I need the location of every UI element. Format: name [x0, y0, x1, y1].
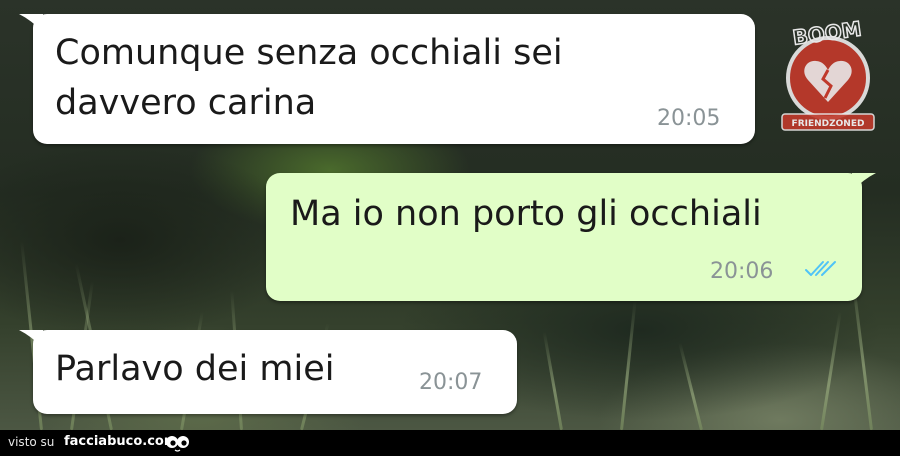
message-bubble-incoming[interactable]: Comunque senza occhiali sei davvero cari… — [19, 14, 755, 144]
message-bubble-incoming[interactable]: Parlavo dei miei 20:07 — [19, 330, 517, 414]
message-bubble-outgoing[interactable]: Ma io non porto gli occhiali 20:06 — [266, 173, 876, 301]
footer-bar: visto su facciabuco.com — [0, 430, 900, 456]
boom-friendzoned-logo: BOOM FRIENDZONED — [781, 16, 875, 131]
bubble-tail — [852, 173, 876, 191]
grass-blade — [542, 331, 563, 430]
visto-su-label: visto su — [8, 435, 55, 449]
message-timestamp: 20:07 — [419, 370, 483, 395]
bubble-tail — [19, 330, 43, 348]
message-text: Ma io non porto gli occhiali — [290, 194, 762, 234]
logo-caption: FRIENDZONED — [792, 119, 865, 129]
message-text: Comunque senza occhiali sei davvero cari… — [55, 33, 563, 123]
site-link[interactable]: facciabuco.com — [64, 434, 177, 449]
chat-background: BOOM FRIENDZONED Comunque senza occhiali… — [0, 0, 900, 430]
eyes-icon — [166, 436, 189, 452]
grass-blade — [620, 300, 637, 430]
message-timestamp: 20:06 — [710, 259, 774, 284]
grass-blade — [678, 342, 703, 430]
grass-blade — [820, 311, 842, 430]
bubble-tail — [19, 14, 43, 32]
message-timestamp: 20:05 — [657, 106, 721, 131]
message-text: Parlavo dei miei — [55, 349, 335, 389]
double-check-icon — [805, 261, 836, 276]
